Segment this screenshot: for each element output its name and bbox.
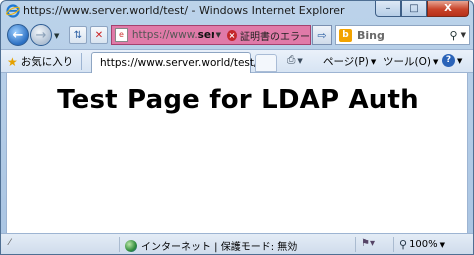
- security-zone[interactable]: インターネット | 保護モード: 無効: [125, 238, 297, 253]
- favorites-label: お気に入り: [20, 56, 74, 68]
- favorites-tab-bar: ★ お気に入り https://www.server.world/test/ ⎙…: [1, 49, 473, 73]
- zoom-level: 100%: [409, 239, 438, 250]
- address-row: ← → ▼ ⇅ ✕ e https://www.ser ▼ × 証明書のエラー …: [1, 21, 473, 49]
- zoom-control[interactable]: ⚲ 100% ▼: [399, 238, 445, 251]
- globe-icon: [125, 239, 137, 252]
- search-box[interactable]: b Bing ⚲ ▼: [335, 25, 470, 45]
- url-text[interactable]: https://www.ser: [132, 29, 214, 41]
- tab-title: https://www.server.world/test/: [100, 57, 258, 69]
- page-menu-label: ページ(P): [323, 56, 369, 68]
- forward-icon: →: [35, 27, 47, 43]
- help-icon: ?: [442, 54, 455, 67]
- close-button[interactable]: X: [427, 1, 469, 17]
- search-dropdown[interactable]: ▼: [461, 31, 466, 39]
- print-button[interactable]: ⎙ ▼: [287, 54, 303, 67]
- recent-pages-dropdown[interactable]: ▼: [54, 32, 59, 40]
- print-icon: ⎙: [287, 54, 296, 66]
- zoom-dropdown[interactable]: ▼: [440, 241, 445, 249]
- status-bar: ⁄ インターネット | 保護モード: 無効 ⚑▾ ⚲ 100% ▼: [1, 233, 473, 254]
- help-button[interactable]: ? ▼: [442, 54, 462, 67]
- page-icon: e: [115, 28, 128, 42]
- forward-button[interactable]: →: [30, 24, 52, 46]
- page-menu[interactable]: ページ(P) ▼: [323, 54, 376, 69]
- address-dropdown[interactable]: ▼: [216, 31, 221, 39]
- certificate-error-label[interactable]: 証明書のエラー: [240, 28, 310, 43]
- divider: [355, 237, 356, 252]
- new-tab-button[interactable]: [255, 54, 277, 72]
- search-icon[interactable]: ⚲: [450, 29, 458, 42]
- browser-window: https://www.server.world/test/ - Windows…: [0, 0, 474, 255]
- favorites-star-icon: ★: [7, 54, 18, 69]
- protected-mode-icon[interactable]: ⚑▾: [361, 238, 375, 249]
- page-heading: Test Page for LDAP Auth: [57, 85, 419, 115]
- status-text: ⁄: [9, 238, 11, 248]
- certificate-error-icon[interactable]: ×: [227, 29, 237, 41]
- stop-icon: ✕: [94, 29, 104, 41]
- title-bar[interactable]: https://www.server.world/test/ - Windows…: [1, 1, 473, 21]
- window-title: https://www.server.world/test/ - Windows…: [23, 4, 345, 17]
- maximize-button[interactable]: □: [401, 1, 427, 17]
- divider: [81, 53, 82, 70]
- favorites-button[interactable]: ★ お気に入り: [7, 54, 73, 69]
- back-button[interactable]: ←: [7, 24, 29, 46]
- zone-label: インターネット | 保護モード: 無効: [141, 242, 298, 253]
- search-engine-label: Bing: [357, 28, 385, 42]
- compat-view-icon: ⇅: [73, 29, 83, 41]
- tools-menu-label: ツール(O): [383, 56, 431, 68]
- ie-logo-icon: [6, 4, 20, 18]
- tab-active[interactable]: https://www.server.world/test/: [91, 52, 258, 73]
- minimize-button[interactable]: –: [375, 1, 401, 17]
- go-button[interactable]: ⇨: [312, 25, 332, 45]
- window-controls: – □ X: [375, 1, 469, 17]
- back-icon: ←: [12, 27, 24, 43]
- go-icon: ⇨: [317, 28, 327, 42]
- tools-menu[interactable]: ツール(O) ▼: [383, 54, 438, 69]
- zoom-icon: ⚲: [399, 238, 408, 251]
- bing-icon: b: [339, 28, 352, 42]
- divider: [393, 237, 394, 252]
- stop-button[interactable]: ✕: [90, 26, 108, 44]
- page-content: Test Page for LDAP Auth: [6, 73, 468, 233]
- divider: [119, 237, 120, 252]
- compat-view-button[interactable]: ⇅: [69, 26, 87, 44]
- address-bar[interactable]: e https://www.ser ▼ × 証明書のエラー: [111, 25, 311, 45]
